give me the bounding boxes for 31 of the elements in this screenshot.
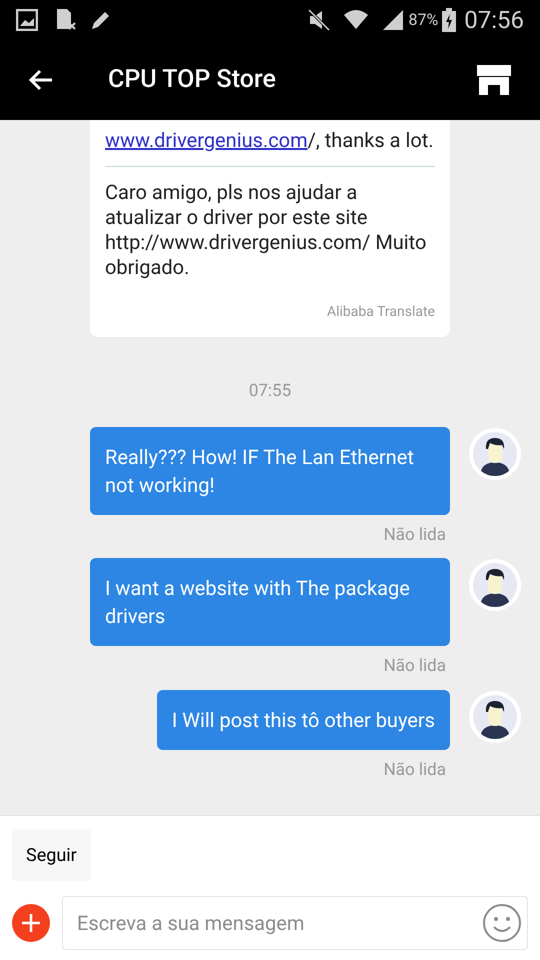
- store-icon[interactable]: [476, 65, 512, 95]
- chat-title: CPU TOP Store: [108, 64, 276, 96]
- message-time: 07:55: [248, 380, 292, 403]
- mute-icon: [306, 8, 331, 32]
- read-status: Não lida: [384, 655, 446, 678]
- message-bubble: I want a website with The package drivers: [90, 558, 450, 646]
- avatar-icon: [468, 558, 522, 612]
- message-bubble: Really??? How! IF The Lan Ethernet not working!: [90, 426, 450, 514]
- add-button[interactable]: [12, 904, 50, 942]
- translated-message: Caro amigo, pls nos ajudar a atualizar o driver por este site http://www.drivergenius.com/ Muito obrigado.: [105, 180, 428, 280]
- battery-percent: 87%: [408, 9, 438, 31]
- read-status: Não lida: [384, 758, 446, 782]
- translation-source: Alibaba Translate: [326, 303, 435, 322]
- back-button[interactable]: [28, 68, 54, 92]
- read-status: Não lida: [384, 524, 446, 546]
- message-bubble: I Will post this tô other buyers: [156, 690, 450, 750]
- sim-card-icon: [54, 8, 78, 32]
- avatar-icon: [468, 426, 522, 480]
- battery-charging-icon: [442, 8, 456, 32]
- follow-button[interactable]: Seguir: [12, 829, 91, 881]
- emoji-icon[interactable]: [482, 903, 522, 943]
- website-link[interactable]: www.drivergenius.com: [105, 128, 308, 152]
- clock: 07:56: [464, 5, 524, 36]
- pencil-icon: [90, 9, 112, 31]
- avatar-icon: [468, 690, 522, 744]
- image-icon: [16, 9, 38, 31]
- back-arrow-icon: [28, 68, 54, 92]
- message-input[interactable]: Escreva a sua mensagem: [62, 896, 528, 950]
- signal-icon: [380, 8, 405, 32]
- original-message: www.drivergenius.com/, thanks a lot.: [105, 128, 435, 153]
- plus-icon: [21, 913, 41, 933]
